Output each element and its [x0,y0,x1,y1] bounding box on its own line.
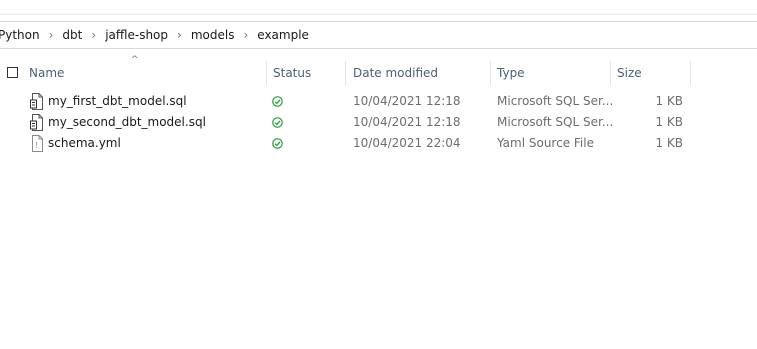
column-divider[interactable] [345,61,346,85]
file-type: Yaml Source File [497,136,594,150]
yaml-file-icon: ! [32,135,43,152]
column-divider[interactable] [690,61,691,85]
column-divider[interactable] [266,61,267,85]
file-name[interactable]: my_first_dbt_model.sql [48,91,187,112]
breadcrumb-models[interactable]: models [191,28,235,42]
chevron-right-icon[interactable]: › [91,28,96,42]
file-row[interactable]: my_first_dbt_model.sql 10/04/2021 12:18 … [0,91,757,112]
column-header-status[interactable]: Status [273,60,311,86]
file-name[interactable]: schema.yml [48,133,121,154]
chevron-right-icon[interactable]: › [49,28,54,42]
column-header-name[interactable]: Name [29,60,64,86]
select-all-checkbox[interactable] [7,67,18,78]
file-size: 1 KB [655,115,683,129]
date-modified: 10/04/2021 12:18 [353,94,461,108]
file-name[interactable]: my_second_dbt_model.sql [48,112,206,133]
file-size: 1 KB [655,136,683,150]
window-top-divider [0,14,757,15]
svg-text:!: ! [35,141,38,150]
sql-file-icon [30,114,43,131]
column-header-size[interactable]: Size [617,60,642,86]
file-type: Microsoft SQL Ser... [497,94,614,108]
column-divider[interactable] [610,61,611,85]
address-bar[interactable]: Python › dbt › jaffle-shop › models › ex… [0,21,757,49]
chevron-right-icon[interactable]: › [243,28,248,42]
sort-ascending-icon: ^ [131,55,139,65]
chevron-right-icon[interactable]: › [177,28,182,42]
breadcrumb-dbt[interactable]: dbt [62,28,82,42]
file-type: Microsoft SQL Ser... [497,115,614,129]
date-modified: 10/04/2021 22:04 [353,136,461,150]
file-row[interactable]: ! schema.yml 10/04/2021 22:04 Yaml Sourc… [0,133,757,154]
sync-ok-icon [272,117,283,128]
breadcrumb-example[interactable]: example [257,28,309,42]
breadcrumb-python[interactable]: Python [0,28,40,42]
date-modified: 10/04/2021 12:18 [353,115,461,129]
sync-ok-icon [272,96,283,107]
breadcrumb: Python › dbt › jaffle-shop › models › ex… [0,22,309,48]
file-row[interactable]: my_second_dbt_model.sql 10/04/2021 12:18… [0,112,757,133]
sql-file-icon [30,93,43,110]
column-header-date-modified[interactable]: Date modified [353,60,438,86]
column-header-type[interactable]: Type [497,60,525,86]
breadcrumb-jaffle-shop[interactable]: jaffle-shop [105,28,168,42]
column-divider[interactable] [490,61,491,85]
column-header-row: ^ Name Status Date modified Type Size [0,55,757,86]
file-size: 1 KB [655,94,683,108]
sync-ok-icon [272,138,283,149]
